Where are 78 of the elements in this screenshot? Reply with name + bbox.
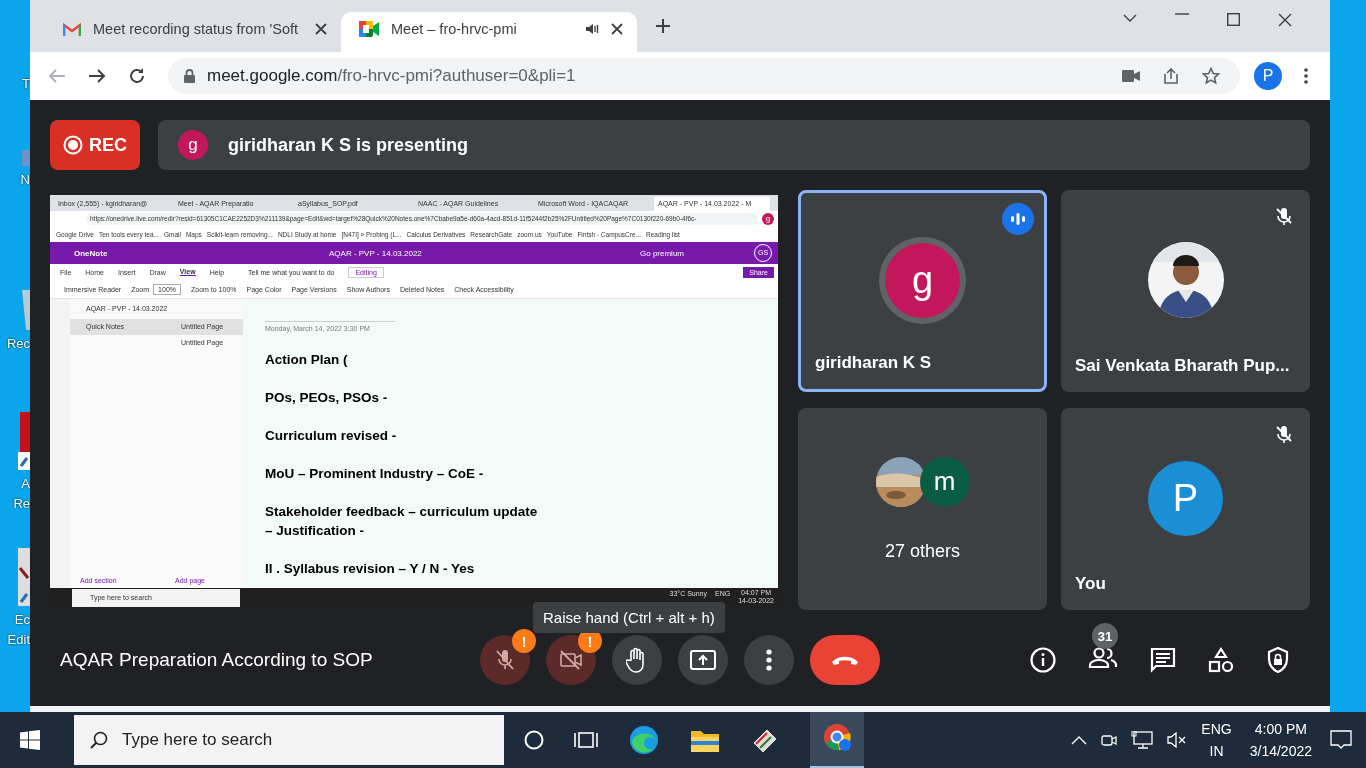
participant-avatar: g xyxy=(885,242,960,318)
note-line: MoU – Prominent Industry – CoE - xyxy=(265,465,485,483)
present-screen-icon xyxy=(690,650,716,670)
browser-tab[interactable]: Meet – fro-hrvc-pmi xyxy=(341,12,637,52)
tooltip: Raise hand (Ctrl + alt + h) xyxy=(533,602,725,633)
participant-name: Sai Venkata Bharath Pup... xyxy=(1074,356,1291,377)
browser-tab[interactable]: Meet recording status from 'Soft xyxy=(45,12,341,52)
notification-icon[interactable] xyxy=(1330,729,1352,751)
chevron-up-icon[interactable] xyxy=(1071,735,1088,745)
presenting-text: giridharan K S is presenting xyxy=(228,134,469,156)
network-icon[interactable] xyxy=(1131,731,1154,749)
participant-count-badge: 31 xyxy=(1092,623,1118,649)
address-field[interactable]: meet.google.com/fro-hrvc-pmi?authuser=0&pli=1 xyxy=(168,58,1240,94)
circle-icon[interactable] xyxy=(524,730,544,750)
warning-badge: ! xyxy=(512,629,536,653)
record-icon xyxy=(63,135,83,155)
app-name: OneNote xyxy=(74,248,109,258)
note-line: Stakeholder feedback – curriculum update – Justification - xyxy=(265,503,539,540)
speaking-indicator-icon xyxy=(1002,203,1034,235)
chat-icon[interactable] xyxy=(1150,647,1176,673)
browser-wave-icon[interactable] xyxy=(628,724,660,756)
camera-button[interactable] xyxy=(546,635,596,685)
note-line: Action Plan ( xyxy=(265,351,349,369)
video-camera-icon xyxy=(359,21,379,37)
reload-icon[interactable] xyxy=(128,67,146,85)
maximize-icon[interactable] xyxy=(1227,13,1240,26)
close-icon[interactable] xyxy=(1278,13,1292,27)
search-field[interactable]: Type here to search xyxy=(74,715,504,765)
hand-button[interactable] xyxy=(612,635,662,685)
star-icon[interactable] xyxy=(1202,67,1220,85)
camera-off-icon xyxy=(559,650,583,670)
chevron-down-icon[interactable] xyxy=(1123,13,1137,23)
more-options-icon xyxy=(766,649,772,671)
document-shortcut-icon xyxy=(18,412,30,470)
note-line: II . Syllabus revision – Y / N - Yes xyxy=(265,560,476,578)
muted-speaker-icon[interactable] xyxy=(1167,732,1188,748)
participant-name: 27 others xyxy=(883,541,962,563)
participant-name: You xyxy=(1074,574,1107,595)
mic-button[interactable] xyxy=(480,635,530,685)
shapes-icon[interactable] xyxy=(1208,647,1234,673)
clock-date[interactable]: 3/14/2022 xyxy=(1249,740,1312,762)
chrome-icon[interactable] xyxy=(822,722,852,752)
camera-icon[interactable] xyxy=(1101,732,1118,748)
meeting-title: AQAR Preparation According to SOP xyxy=(60,649,374,671)
leave-button[interactable] xyxy=(810,635,880,685)
region-text[interactable]: IN xyxy=(1209,740,1224,762)
more-options-icon[interactable] xyxy=(1304,68,1308,84)
share-icon[interactable] xyxy=(1162,68,1180,84)
editor-shortcut-icon xyxy=(18,548,30,606)
participant-avatar: m xyxy=(919,456,970,507)
forward-arrow-icon[interactable] xyxy=(88,68,106,84)
close-icon[interactable] xyxy=(315,23,327,35)
search-icon xyxy=(90,731,108,749)
language-text[interactable]: ENG xyxy=(1201,718,1232,740)
recording-badge: REC xyxy=(50,120,140,170)
video-camera-icon[interactable] xyxy=(1122,70,1140,82)
muted-mic-icon xyxy=(495,649,515,671)
profile-avatar: g xyxy=(762,213,774,225)
profile-avatar[interactable]: P xyxy=(1254,62,1282,90)
present-button[interactable] xyxy=(678,635,728,685)
document-title: AQAR - PVP - 14.03.2022 xyxy=(329,248,423,258)
windows-start-icon[interactable] xyxy=(20,730,40,750)
lock-icon xyxy=(184,69,195,83)
more-button[interactable] xyxy=(744,635,794,685)
participant-name: giridharan K S xyxy=(814,353,933,374)
presenter-avatar: g xyxy=(178,130,208,160)
clock-time[interactable]: 4:00 PM xyxy=(1254,718,1307,740)
note-line: POs, PEOs, PSOs - xyxy=(265,389,389,407)
shield-lock-icon[interactable] xyxy=(1266,646,1290,674)
close-icon[interactable] xyxy=(611,23,623,35)
hang-up-icon xyxy=(830,654,860,666)
info-icon[interactable] xyxy=(1030,647,1056,673)
mail-icon xyxy=(63,22,81,36)
task-view-icon[interactable] xyxy=(574,730,598,750)
new-tab-icon[interactable] xyxy=(655,18,671,34)
participant-avatar: P xyxy=(1148,460,1223,536)
people-icon[interactable] xyxy=(1088,647,1118,669)
note-line: Curriculum revised - xyxy=(265,427,398,445)
